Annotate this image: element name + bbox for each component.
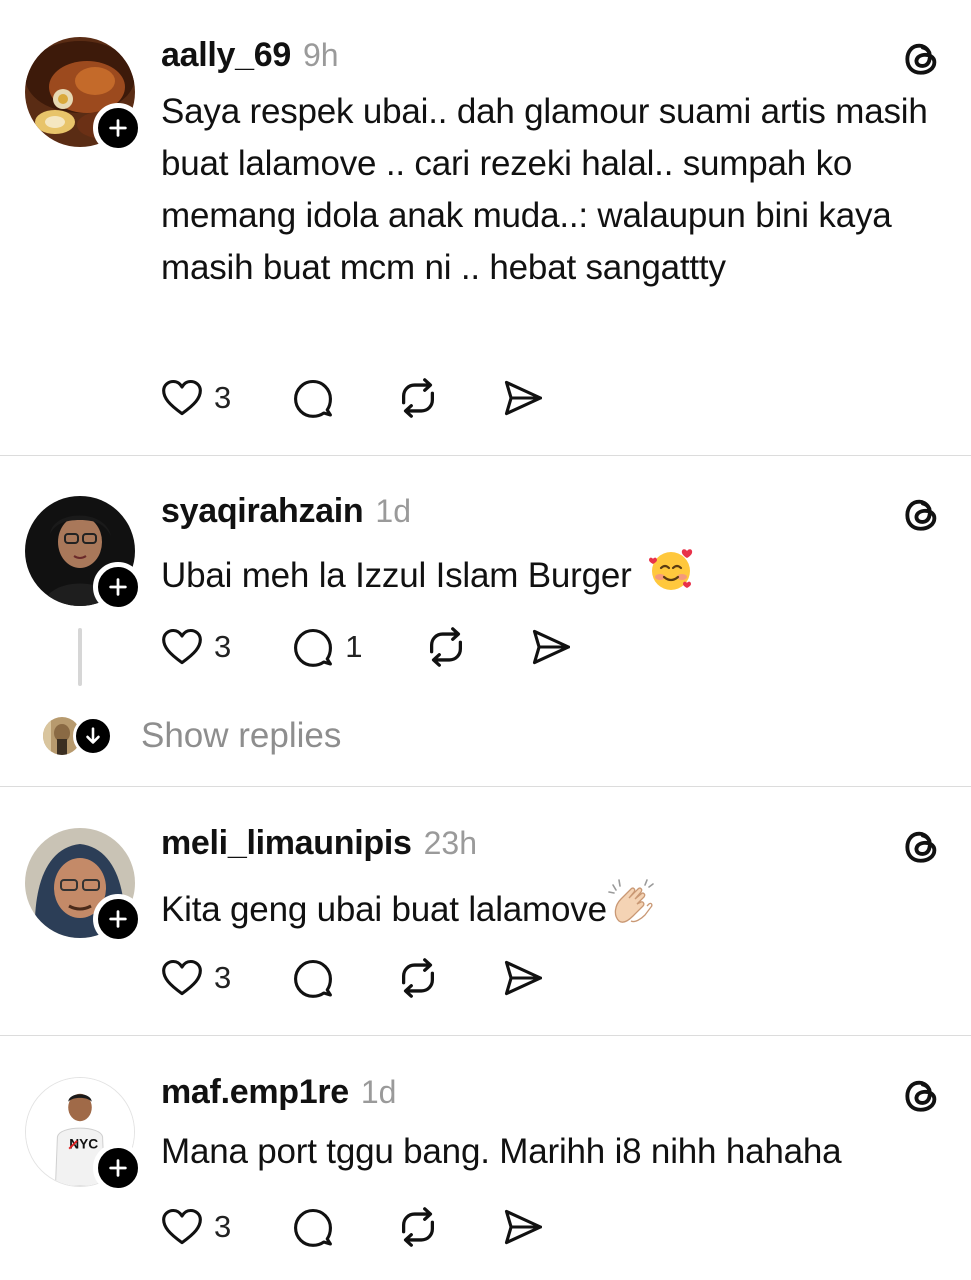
share-button[interactable] xyxy=(501,956,545,1000)
reply-button[interactable] xyxy=(291,376,335,420)
comment-bubble-icon xyxy=(291,956,335,1000)
post-text-content: Ubai meh la Izzul Islam Burger xyxy=(161,556,632,595)
repost-button[interactable] xyxy=(395,955,441,1001)
comment-bubble-icon xyxy=(291,625,335,669)
threads-logo-icon[interactable] xyxy=(900,493,944,537)
repost-icon xyxy=(395,375,441,421)
post-text: Ubai meh la Izzul Islam Burger xyxy=(161,545,941,602)
like-button[interactable]: 3 xyxy=(160,1205,231,1249)
share-button[interactable] xyxy=(529,625,573,669)
threads-logo-icon[interactable] xyxy=(900,825,944,869)
action-bar: 3 xyxy=(160,1202,545,1252)
reply-button[interactable] xyxy=(291,956,335,1000)
like-count: 3 xyxy=(214,960,232,995)
timestamp: 9h xyxy=(302,37,339,73)
divider xyxy=(0,1035,971,1036)
like-button[interactable]: 3 xyxy=(160,376,231,420)
reply-thread-line xyxy=(78,628,82,686)
show-replies-button[interactable]: Show replies xyxy=(43,714,341,758)
like-button[interactable]: 3 xyxy=(160,625,231,669)
threads-logo-icon[interactable] xyxy=(900,37,944,81)
follow-button[interactable] xyxy=(93,103,143,153)
heart-icon xyxy=(160,625,204,669)
post-text: Mana port tggu bang. Marihh i8 nihh haha… xyxy=(161,1132,842,1171)
share-button[interactable] xyxy=(501,1205,545,1249)
reply-button[interactable] xyxy=(291,1205,335,1249)
plus-icon xyxy=(107,908,129,930)
post-header: aally_69 9h xyxy=(161,36,339,80)
timestamp: 23h xyxy=(423,825,477,861)
action-bar: 3 xyxy=(160,373,545,423)
send-icon xyxy=(501,376,545,420)
repost-button[interactable] xyxy=(395,1204,441,1250)
heart-icon xyxy=(160,376,204,420)
post-text: Saya respek ubai.. dah glamour suami art… xyxy=(161,92,928,287)
plus-icon xyxy=(107,576,129,598)
username[interactable]: aally_69 xyxy=(161,36,291,75)
send-icon xyxy=(501,1205,545,1249)
timestamp: 1d xyxy=(360,1074,397,1110)
username[interactable]: meli_limaunipis xyxy=(161,824,412,863)
divider xyxy=(0,455,971,456)
username[interactable]: syaqirahzain xyxy=(161,492,364,531)
plus-icon xyxy=(107,117,129,139)
username[interactable]: maf.emp1re xyxy=(161,1073,349,1112)
send-icon xyxy=(501,956,545,1000)
repost-icon xyxy=(395,1204,441,1250)
reply-count: 1 xyxy=(345,629,363,664)
threads-logo-icon[interactable] xyxy=(900,1074,944,1118)
like-count: 3 xyxy=(214,629,232,664)
timestamp: 1d xyxy=(375,493,411,529)
repost-button[interactable] xyxy=(423,624,469,670)
post-header: meli_limaunipis 23h xyxy=(161,824,477,868)
post-header: maf.emp1re 1d xyxy=(161,1073,396,1117)
follow-button[interactable] xyxy=(93,1143,143,1193)
repost-icon xyxy=(395,955,441,1001)
reply-button[interactable]: 1 xyxy=(291,625,363,669)
avatar[interactable] xyxy=(25,37,143,153)
repost-button[interactable] xyxy=(395,375,441,421)
heart-icon xyxy=(160,956,204,1000)
action-bar: 3 1 xyxy=(160,622,573,672)
share-button[interactable] xyxy=(501,376,545,420)
post-header: syaqirahzain 1d xyxy=(161,492,411,536)
plus-icon xyxy=(107,1157,129,1179)
like-button[interactable]: 3 xyxy=(160,956,231,1000)
action-bar: 3 xyxy=(160,953,545,1003)
avatar[interactable] xyxy=(25,496,143,612)
avatar[interactable]: NYC xyxy=(25,1077,143,1193)
divider xyxy=(0,786,971,787)
follow-button[interactable] xyxy=(93,562,143,612)
heart-icon xyxy=(160,1205,204,1249)
follow-button[interactable] xyxy=(93,894,143,944)
like-count: 3 xyxy=(214,1209,232,1244)
avatar[interactable] xyxy=(25,828,143,944)
repost-icon xyxy=(423,624,469,670)
show-replies-label: Show replies xyxy=(141,716,342,755)
comment-bubble-icon xyxy=(291,1205,335,1249)
smiling-face-with-hearts-emoji xyxy=(649,549,693,590)
send-icon xyxy=(529,625,573,669)
comment-bubble-icon xyxy=(291,376,335,420)
arrow-down-icon xyxy=(73,716,113,756)
clapping-hands-emoji xyxy=(608,879,654,923)
like-count: 3 xyxy=(214,380,232,415)
post-text-content: Kita geng ubai buat lalamove xyxy=(161,890,607,929)
post-text: Kita geng ubai buat lalamove xyxy=(161,877,941,936)
